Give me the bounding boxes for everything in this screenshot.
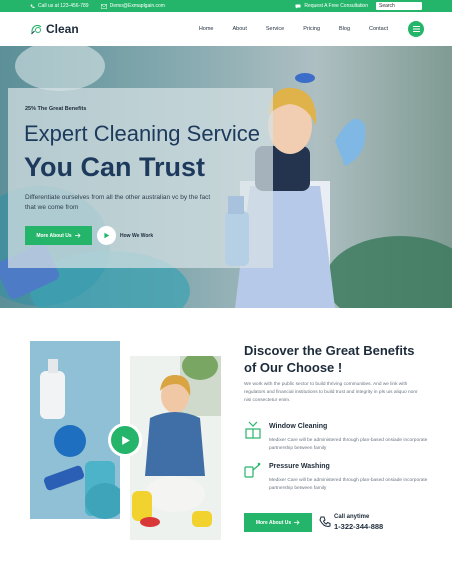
hamburger-menu-button[interactable] [408,21,424,37]
benefits-more-about-button[interactable]: More About Us [244,513,312,532]
phone-info[interactable]: Call us at 123-456-789 [30,3,89,9]
cleaning-supplies-image [30,341,120,519]
hamburger-icon [412,26,420,32]
hero-title-line2: You Can Trust [24,152,206,182]
hero-more-about-button[interactable]: More About Us [25,226,92,245]
nav-service[interactable]: Service [266,26,284,32]
hero-description: Differentiate ourselves from all the oth… [25,194,211,211]
main-navbar: Clean Home About Service Pricing Blog Co… [0,12,452,46]
hero-kicker: 25% The Great Benefits [25,106,87,112]
nav-pricing[interactable]: Pricing [303,26,320,32]
benefits-more-about-label: More About Us [255,519,292,526]
mail-icon [100,3,107,9]
arrow-right-icon [294,520,300,525]
hero-title-line1: Expert Cleaning Service [24,121,261,146]
nav-home[interactable]: Home [199,26,214,32]
nav-about[interactable]: About [232,26,246,32]
call-number[interactable]: 1-322-344-888 [334,522,383,531]
brand-logo[interactable]: Clean [30,22,79,36]
feature-desc-pressure-washing: Medixer Care will be administered throug… [269,478,428,491]
how-we-work-play-button[interactable] [97,226,116,245]
phone-icon [30,4,35,8]
chat-icon [295,4,301,8]
call-phone-icon [319,516,331,527]
top-info-bar: Call us at 123-456-789 Demo@Exmaplgain.c… [0,0,452,12]
consultation-text: Request A Free Consultation [304,3,368,9]
nav-contact[interactable]: Contact [369,26,388,32]
how-we-work-label[interactable]: How We Work [120,233,153,239]
video-play-button[interactable] [108,423,142,457]
logo-icon [31,24,42,34]
nav-blog[interactable]: Blog [339,26,350,32]
nav-menu: Home About Service Pricing Blog Contact [180,21,424,37]
woman-cleaning-illustration [130,356,221,540]
brand-name: Clean [46,22,79,36]
hero-more-about-label: More About Us [36,232,72,239]
pressure-washing-icon [244,462,261,478]
search-placeholder: Search [379,3,395,9]
feature-title-window-cleaning: Window Cleaning [269,423,328,430]
benefits-description: We work with the public sector to build … [244,382,418,403]
feature-title-pressure-washing: Pressure Washing [269,463,330,470]
arrow-right-icon [74,233,81,238]
cleaning-supplies-illustration [30,341,120,519]
play-icon-large [121,435,130,445]
search-input[interactable]: Search [376,2,422,10]
benefits-title: Discover the Great Benefits of Our Choos… [244,343,415,375]
email-info[interactable]: Demo@Exmaplgain.com [100,3,165,9]
consultation-link[interactable]: Request A Free Consultation [295,3,368,9]
window-cleaning-icon [245,421,261,439]
feature-desc-window-cleaning: Medixer Care will be administered throug… [269,438,428,451]
woman-cleaning-floor-image [130,356,221,540]
call-anytime-label: Call anytime [334,514,370,520]
play-icon [104,232,110,239]
email-text: Demo@Exmaplgain.com [109,3,165,9]
phone-text: Call us at 123-456-789 [38,3,89,9]
